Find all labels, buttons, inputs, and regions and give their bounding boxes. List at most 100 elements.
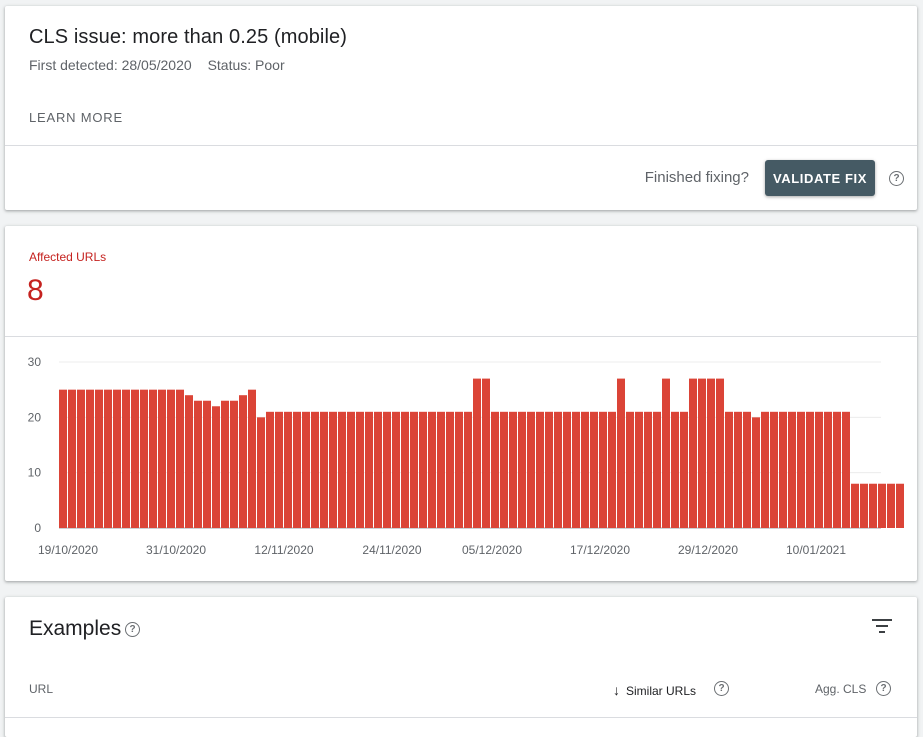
chart-bar [158,389,166,528]
chart-bar [311,411,319,528]
learn-more-link[interactable]: LEARN MORE [29,110,123,125]
chart-bar [284,411,292,528]
chart-bar [869,483,877,528]
filter-icon[interactable] [871,617,893,635]
chart-bar [473,378,481,528]
chart-bar [824,411,832,528]
chart-bar [797,411,805,528]
chart-bar [185,395,193,528]
chart-bar [59,389,67,528]
y-tick-label: 10 [28,466,42,480]
chart-bar [680,411,688,528]
chart-bar [527,411,535,528]
chart-bar [95,389,103,528]
chart-bar [86,389,94,528]
chart-bar [266,411,274,528]
divider [5,717,917,718]
chart-bar [536,411,544,528]
y-tick-label: 0 [34,521,41,535]
chart-bar [221,400,229,528]
chart-bar [338,411,346,528]
chart-bar [518,411,526,528]
chart-bar [500,411,508,528]
chart-bar [653,411,661,528]
chart-bar [239,395,247,528]
chart-bar [248,389,256,528]
chart-bar [365,411,373,528]
chart-bar [410,411,418,528]
chart-bar [383,411,391,528]
chart-bar [887,483,895,528]
issue-title: CLS issue: more than 0.25 (mobile) [29,26,347,48]
chart-bar [428,411,436,528]
chart-bar [788,411,796,528]
x-tick-label: 29/12/2020 [678,543,738,557]
chart-bar [122,389,130,528]
chart-bar [563,411,571,528]
chart-bar [725,411,733,528]
chart-bar [878,483,886,528]
chart-bar [590,411,598,528]
y-tick-label: 30 [28,355,42,369]
chart-bar [572,411,580,528]
chart-bar [464,411,472,528]
chart-bar [626,411,634,528]
chart-bar [329,411,337,528]
chart-bar [212,406,220,528]
column-header-agg-cls[interactable]: Agg. CLS [815,682,866,696]
help-icon[interactable]: ? [125,622,140,637]
chart-bar [815,411,823,528]
chart-bar [320,411,328,528]
column-header-similar-urls[interactable]: ↓ Similar URLs [613,682,696,698]
affected-urls-card: Affected URLs 8 0 10 20 30 19/10/2020 31/10/2… [5,226,917,581]
chart-bar [761,411,769,528]
chart-bar [104,389,112,528]
chart-bar [662,378,670,528]
chart-bar [554,411,562,528]
chart-bar [860,483,868,528]
x-tick-label: 19/10/2020 [38,543,98,557]
chart-bar [896,483,904,528]
divider [5,145,917,146]
chart-bar [671,411,679,528]
chart-bar [167,389,175,528]
chart-bar [779,411,787,528]
x-tick-label: 10/01/2021 [786,543,846,557]
status-text: Status: Poor [207,57,285,73]
affected-urls-count: 8 [27,274,44,307]
help-icon[interactable]: ? [889,171,904,186]
examples-title: Examples [29,617,122,640]
chart-bar [437,411,445,528]
similar-urls-label: Similar URLs [626,684,697,698]
column-header-url[interactable]: URL [29,682,53,696]
x-tick-label: 17/12/2020 [570,543,630,557]
chart-bar [509,411,517,528]
examples-card: Examples ? URL ↓ Similar URLs ? Agg. CLS … [5,597,917,737]
affected-urls-label: Affected URLs [29,250,107,264]
first-detected: First detected: 28/05/2020 [29,57,192,73]
chart-bar [716,378,724,528]
chart-bar [356,411,364,528]
x-tick-label: 05/12/2020 [462,543,522,557]
sort-down-icon: ↓ [613,682,620,698]
y-tick-label: 20 [28,410,42,424]
chart-bar [401,411,409,528]
chart-bar [482,378,490,528]
help-icon[interactable]: ? [714,681,729,696]
chart-bar [455,411,463,528]
x-tick-label: 24/11/2020 [362,543,421,557]
chart-bar [293,411,301,528]
chart-bar [743,411,751,528]
chart-bar [851,483,859,528]
chart-bar [491,411,499,528]
chart-bar [581,411,589,528]
chart-bar [770,411,778,528]
chart-bar [734,411,742,528]
chart-bar [545,411,553,528]
validate-fix-button[interactable]: VALIDATE FIX [765,160,875,196]
help-icon[interactable]: ? [876,681,891,696]
chart-bar [707,378,715,528]
chart-bar [842,411,850,528]
issue-meta: First detected: 28/05/2020 Status: Poor [29,57,297,73]
chart-bar [176,389,184,528]
